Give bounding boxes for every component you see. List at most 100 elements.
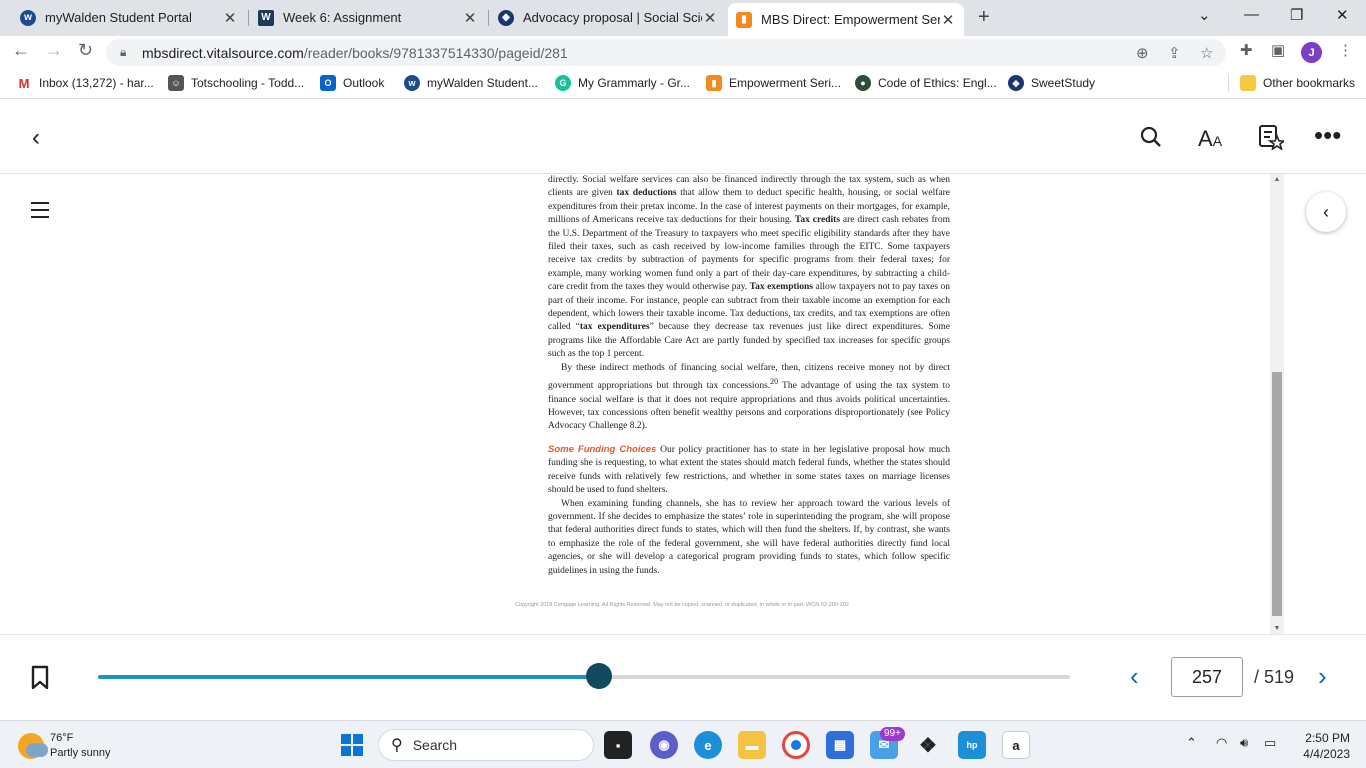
nasw-icon: ●: [855, 75, 871, 91]
page-slider-knob[interactable]: [585, 663, 612, 689]
weather-widget[interactable]: 76°F Partly sunny: [18, 731, 111, 761]
key-term: Tax exemptions: [749, 282, 814, 293]
tab-0[interactable]: w myWalden Student Portal ✕: [12, 3, 246, 32]
notes-star-icon[interactable]: [1258, 124, 1287, 156]
bookmark-item[interactable]: O Outlook: [320, 75, 384, 91]
tab-title: MBS Direct: Empowerment Series: [761, 12, 940, 27]
tab-search-chevron-icon[interactable]: ⌄: [1198, 6, 1211, 24]
text-run: are direct cash rebates from the U.S. De…: [548, 215, 950, 293]
bookmark-item[interactable]: M Inbox (13,272) - har...: [16, 75, 154, 91]
extensions-puzzle-icon[interactable]: ✚: [1240, 41, 1253, 59]
bookmark-item[interactable]: ◆ SweetStudy: [1008, 75, 1095, 91]
chat-icon[interactable]: ◉: [650, 731, 678, 759]
edge-icon[interactable]: e: [694, 731, 722, 759]
bookmark-item[interactable]: ☺ Totschooling - Todd...: [168, 75, 304, 91]
new-tab-plus-icon[interactable]: +: [978, 6, 990, 29]
mail-badge: 99+: [880, 727, 905, 741]
restore-icon[interactable]: ❐: [1290, 6, 1303, 24]
bookmark-label: Outlook: [343, 76, 385, 90]
taskbar-search-placeholder: Search: [412, 737, 458, 753]
page-slider[interactable]: [98, 663, 1070, 689]
close-icon[interactable]: ✕: [940, 11, 956, 29]
scrollbar[interactable]: ▲ ▼: [1270, 174, 1284, 634]
battery-icon[interactable]: ▭: [1264, 735, 1276, 751]
table-of-contents-menu-icon[interactable]: [31, 202, 49, 223]
key-term: Tax credits: [794, 215, 841, 226]
reload-icon[interactable]: ↻: [78, 40, 93, 61]
scroll-up-arrow-icon[interactable]: ▲: [1270, 176, 1284, 183]
url-text[interactable]: mbsdirect.vitalsource.com/reader/books/9…: [142, 45, 568, 61]
hp-icon[interactable]: hp: [958, 731, 986, 759]
bookmark-label: SweetStudy: [1031, 76, 1096, 90]
mbs-bag-icon: ▮: [706, 75, 722, 91]
paragraph: When examining funding channels, she has…: [548, 498, 950, 578]
bookmark-star-icon[interactable]: ☆: [1200, 44, 1213, 62]
zoom-icon[interactable]: ⊕: [1136, 44, 1149, 62]
key-term: tax expenditures: [579, 322, 650, 333]
walden-logo-icon: w: [404, 75, 420, 91]
taskbar-search[interactable]: ⚲ Search: [378, 729, 594, 761]
page-number-input[interactable]: 257: [1171, 657, 1243, 697]
avatar[interactable]: J: [1301, 42, 1322, 63]
close-icon[interactable]: ✕: [222, 9, 238, 27]
other-bookmarks[interactable]: Other bookmarks: [1240, 75, 1355, 91]
side-panel-icon[interactable]: ▣: [1271, 41, 1285, 59]
folder-icon: [1240, 75, 1256, 91]
close-icon[interactable]: ✕: [462, 9, 478, 27]
bookmark-label: Totschooling - Todd...: [191, 76, 305, 90]
tab-1[interactable]: W Week 6: Assignment ✕: [250, 3, 486, 32]
volume-icon[interactable]: 🔊︎: [1240, 735, 1248, 751]
back-chevron-icon[interactable]: ‹: [32, 124, 40, 152]
close-icon[interactable]: ✕: [702, 9, 718, 27]
window-close-icon[interactable]: ✕: [1336, 6, 1349, 24]
collapse-panel-button[interactable]: ‹: [1306, 192, 1346, 232]
store-icon[interactable]: ▦: [826, 731, 854, 759]
bookmark-item[interactable]: G My Grammarly - Gr...: [555, 75, 690, 91]
clock-time: 2:50 PM: [1305, 731, 1350, 745]
task-view-icon[interactable]: ▪: [604, 731, 632, 759]
sweetstudy-icon: ◆: [1008, 75, 1024, 91]
tab-title: myWalden Student Portal: [45, 10, 192, 25]
tab-3-active[interactable]: ▮ MBS Direct: Empowerment Series ✕: [728, 3, 964, 36]
weather-temp: 76°F: [50, 732, 74, 744]
forward-arrow-icon[interactable]: →: [45, 40, 63, 61]
tab-title: Advocacy proposal | Social Scienc: [523, 10, 702, 25]
share-icon[interactable]: ⇪: [1168, 44, 1181, 62]
more-icon[interactable]: •••: [1314, 120, 1341, 151]
bookmark-item[interactable]: w myWalden Student...: [404, 75, 538, 91]
section-heading: Some Funding Choices: [548, 443, 657, 455]
back-arrow-icon[interactable]: ←: [12, 40, 30, 61]
taskbar: 76°F Partly sunny ⚲ Search ▪ ◉ e ▬ ▦ ✉ 9…: [0, 720, 1366, 768]
minimize-icon[interactable]: —: [1244, 6, 1259, 23]
tab-2[interactable]: ◆ Advocacy proposal | Social Scienc ✕: [490, 3, 726, 32]
bookmark-item[interactable]: ● Code of Ethics: Engl...: [855, 75, 997, 91]
tab-strip: w myWalden Student Portal ✕ W Week 6: As…: [0, 0, 1366, 36]
chrome-icon[interactable]: [782, 731, 810, 759]
tab-title: Week 6: Assignment: [283, 10, 402, 25]
page-total: / 519: [1254, 667, 1295, 687]
address-bar[interactable]: 🔒︎ mbsdirect.vitalsource.com/reader/book…: [106, 39, 1226, 66]
bookmark-item[interactable]: ▮ Empowerment Seri...: [706, 75, 841, 91]
previous-page-chevron-icon[interactable]: ‹: [1130, 661, 1139, 692]
dropbox-icon[interactable]: ❖: [914, 731, 942, 759]
windows-start-icon[interactable]: [338, 731, 366, 759]
bookmark-ribbon-icon[interactable]: [30, 665, 50, 691]
file-explorer-icon[interactable]: ▬: [738, 731, 766, 759]
reader-header: ‹ AA •••: [0, 100, 1366, 174]
wifi-icon[interactable]: ◠: [1216, 735, 1227, 751]
browser-toolbar: ← → ↻ 🔒︎ mbsdirect.vitalsource.com/reade…: [0, 36, 1366, 68]
clock[interactable]: 2:50 PM 4/4/2023: [1296, 730, 1350, 762]
scroll-thumb[interactable]: [1272, 372, 1282, 616]
tray-chevron-icon[interactable]: ⌃: [1186, 735, 1197, 751]
next-page-chevron-icon[interactable]: ›: [1318, 661, 1327, 692]
footnote-ref: 20: [770, 377, 779, 387]
kebab-menu-icon[interactable]: ⋮: [1338, 41, 1353, 59]
search-icon[interactable]: [1140, 126, 1162, 154]
scroll-down-arrow-icon[interactable]: ▼: [1270, 625, 1284, 632]
book-page: directly. Social welfare services can al…: [80, 174, 1268, 634]
text-size-icon[interactable]: AA: [1198, 126, 1222, 152]
bookmark-label: Empowerment Seri...: [729, 76, 842, 90]
amazon-icon[interactable]: a: [1002, 731, 1030, 759]
bookmarks-bar: M Inbox (13,272) - har... ☺ Totschooling…: [0, 68, 1366, 99]
tab-divider: [248, 10, 249, 26]
